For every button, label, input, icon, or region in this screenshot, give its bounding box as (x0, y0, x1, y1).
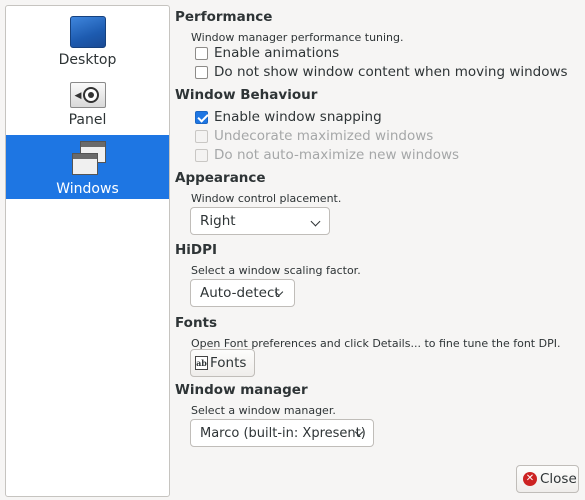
fonts-button-label: Fonts (210, 355, 247, 371)
checkbox-box (195, 129, 208, 143)
no-auto-maximize-checkbox: Do not auto-maximize new windows (195, 146, 459, 164)
window-manager-dropdown[interactable]: Marco (built-in: Xpresent) (190, 419, 374, 447)
checkbox-box[interactable] (195, 110, 208, 124)
sidebar-item-desktop[interactable]: Desktop (6, 10, 169, 74)
main-panel: Performance Window manager performance t… (175, 0, 580, 500)
checkbox-box (195, 148, 208, 162)
hide-content-moving-checkbox[interactable]: Do not show window content when moving w… (195, 63, 568, 81)
sidebar-item-label: Desktop (58, 52, 117, 68)
close-button-label: Close (540, 471, 577, 487)
fonts-button[interactable]: ab Fonts (190, 349, 255, 377)
enable-animations-checkbox[interactable]: Enable animations (195, 44, 339, 62)
undecorate-maximized-checkbox: Undecorate maximized windows (195, 127, 433, 145)
desktop-icon (69, 16, 106, 48)
hidpi-description: Select a window scaling factor. (191, 264, 361, 277)
sidebar-item-panel[interactable]: ◀ Panel (6, 74, 169, 138)
hidpi-heading: HiDPI (175, 242, 218, 258)
close-icon: ✕ (523, 472, 537, 486)
appearance-heading: Appearance (175, 170, 266, 186)
sidebar: Desktop ◀ Panel Windows (5, 5, 170, 497)
windows-icon (68, 139, 108, 179)
sidebar-item-windows[interactable]: Windows (6, 135, 169, 199)
dropdown-value: Auto-detect (200, 285, 280, 301)
window-behaviour-heading: Window Behaviour (175, 87, 318, 103)
sidebar-item-label: Panel (68, 112, 107, 128)
panel-icon: ◀ (69, 82, 106, 108)
font-icon: ab (195, 356, 208, 370)
performance-heading: Performance (175, 9, 273, 25)
checkbox-label: Enable window snapping (214, 109, 382, 125)
sidebar-item-label: Windows (56, 181, 119, 197)
window-snapping-checkbox[interactable]: Enable window snapping (195, 108, 382, 126)
checkbox-label: Enable animations (214, 45, 340, 61)
performance-description: Window manager performance tuning. (191, 31, 404, 44)
close-button[interactable]: ✕ Close (516, 465, 579, 493)
window-control-placement-dropdown[interactable]: Right (190, 207, 330, 235)
checkbox-box[interactable] (195, 46, 208, 60)
dropdown-value: Right (200, 213, 236, 229)
scaling-factor-dropdown[interactable]: Auto-detect (190, 279, 295, 307)
dropdown-value: Marco (built-in: Xpresent) (200, 425, 366, 441)
fonts-heading: Fonts (175, 315, 218, 331)
checkbox-label: Do not show window content when moving w… (214, 64, 568, 80)
checkbox-box[interactable] (195, 65, 208, 79)
appearance-description: Window control placement. (191, 192, 342, 205)
chevron-down-icon (310, 216, 321, 227)
window-manager-heading: Window manager (175, 382, 308, 398)
window-manager-description: Select a window manager. (191, 404, 336, 417)
checkbox-label: Undecorate maximized windows (214, 128, 434, 144)
checkbox-label: Do not auto-maximize new windows (214, 147, 460, 163)
